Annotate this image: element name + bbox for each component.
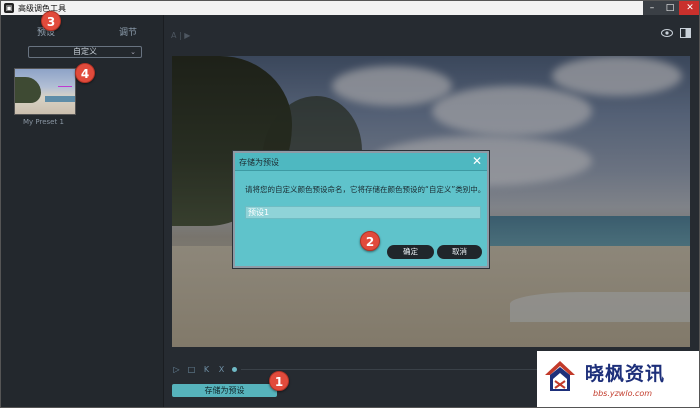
watermark-url: bbs.yzwlo.com: [593, 389, 653, 398]
thumbnail-sea: [45, 96, 75, 102]
watermark: 晓枫资讯 bbs.yzwlo.com: [537, 351, 699, 407]
close-button[interactable]: ✕: [679, 1, 699, 15]
preset-label: My Preset 1: [23, 118, 64, 126]
color-grading-window: ▣ 高级调色工具 – □ ✕ 预设 调节 自定义 ⌄ My Preset 1 A…: [0, 0, 700, 408]
house-logo-icon: [545, 361, 575, 391]
preset-category-value: 自定义: [73, 47, 97, 56]
stop-icon[interactable]: □: [187, 365, 196, 374]
step-badge-1: 1: [269, 371, 289, 391]
tab-adjust[interactable]: 调节: [119, 25, 137, 38]
ok-button[interactable]: 确定: [387, 245, 434, 259]
compare-view-icon[interactable]: [680, 28, 691, 38]
preset-category-dropdown[interactable]: 自定义 ⌄: [28, 46, 142, 58]
title-bar: ▣ 高级调色工具 – □ ✕: [1, 1, 699, 15]
playback-controls: ▷ □ K X: [172, 363, 237, 375]
dialog-title: 存储为预设: [239, 158, 279, 167]
save-as-preset-button[interactable]: 存储为预设: [172, 384, 277, 397]
minimize-button[interactable]: –: [643, 1, 661, 15]
thumbnail-trees: [15, 77, 41, 103]
window-title: 高级调色工具: [18, 3, 66, 13]
mark-in-icon[interactable]: K: [202, 365, 211, 374]
chevron-down-icon: ⌄: [130, 48, 136, 56]
window-controls: – □ ✕: [643, 1, 699, 15]
step-badge-4: 4: [75, 63, 95, 83]
preset-name-input[interactable]: [245, 206, 481, 219]
cancel-button[interactable]: 取消: [437, 245, 482, 259]
dialog-close-icon[interactable]: ✕: [472, 155, 482, 167]
timeline-track[interactable]: [241, 369, 541, 370]
preview-header: A | ▶: [171, 31, 191, 40]
thumbnail-marker: [58, 86, 72, 87]
dialog-message: 请将您的自定义颜色预设命名，它将存储在颜色预设的“自定义”类别中。: [245, 185, 486, 194]
save-preset-dialog: 存储为预设 ✕ 请将您的自定义颜色预设命名，它将存储在颜色预设的“自定义”类别中…: [233, 151, 489, 268]
mark-out-icon[interactable]: X: [217, 365, 226, 374]
app-icon: ▣: [4, 3, 14, 13]
maximize-button[interactable]: □: [661, 1, 679, 15]
step-badge-2: 2: [360, 231, 380, 251]
step-badge-3: 3: [41, 11, 61, 31]
preset-thumbnail[interactable]: [14, 68, 76, 115]
watermark-brand: 晓枫资讯: [585, 363, 666, 385]
eye-icon[interactable]: [661, 29, 673, 37]
play-icon[interactable]: ▷: [172, 365, 181, 374]
playhead[interactable]: [232, 366, 237, 372]
dialog-title-bar: 存储为预设 ✕: [235, 153, 487, 171]
